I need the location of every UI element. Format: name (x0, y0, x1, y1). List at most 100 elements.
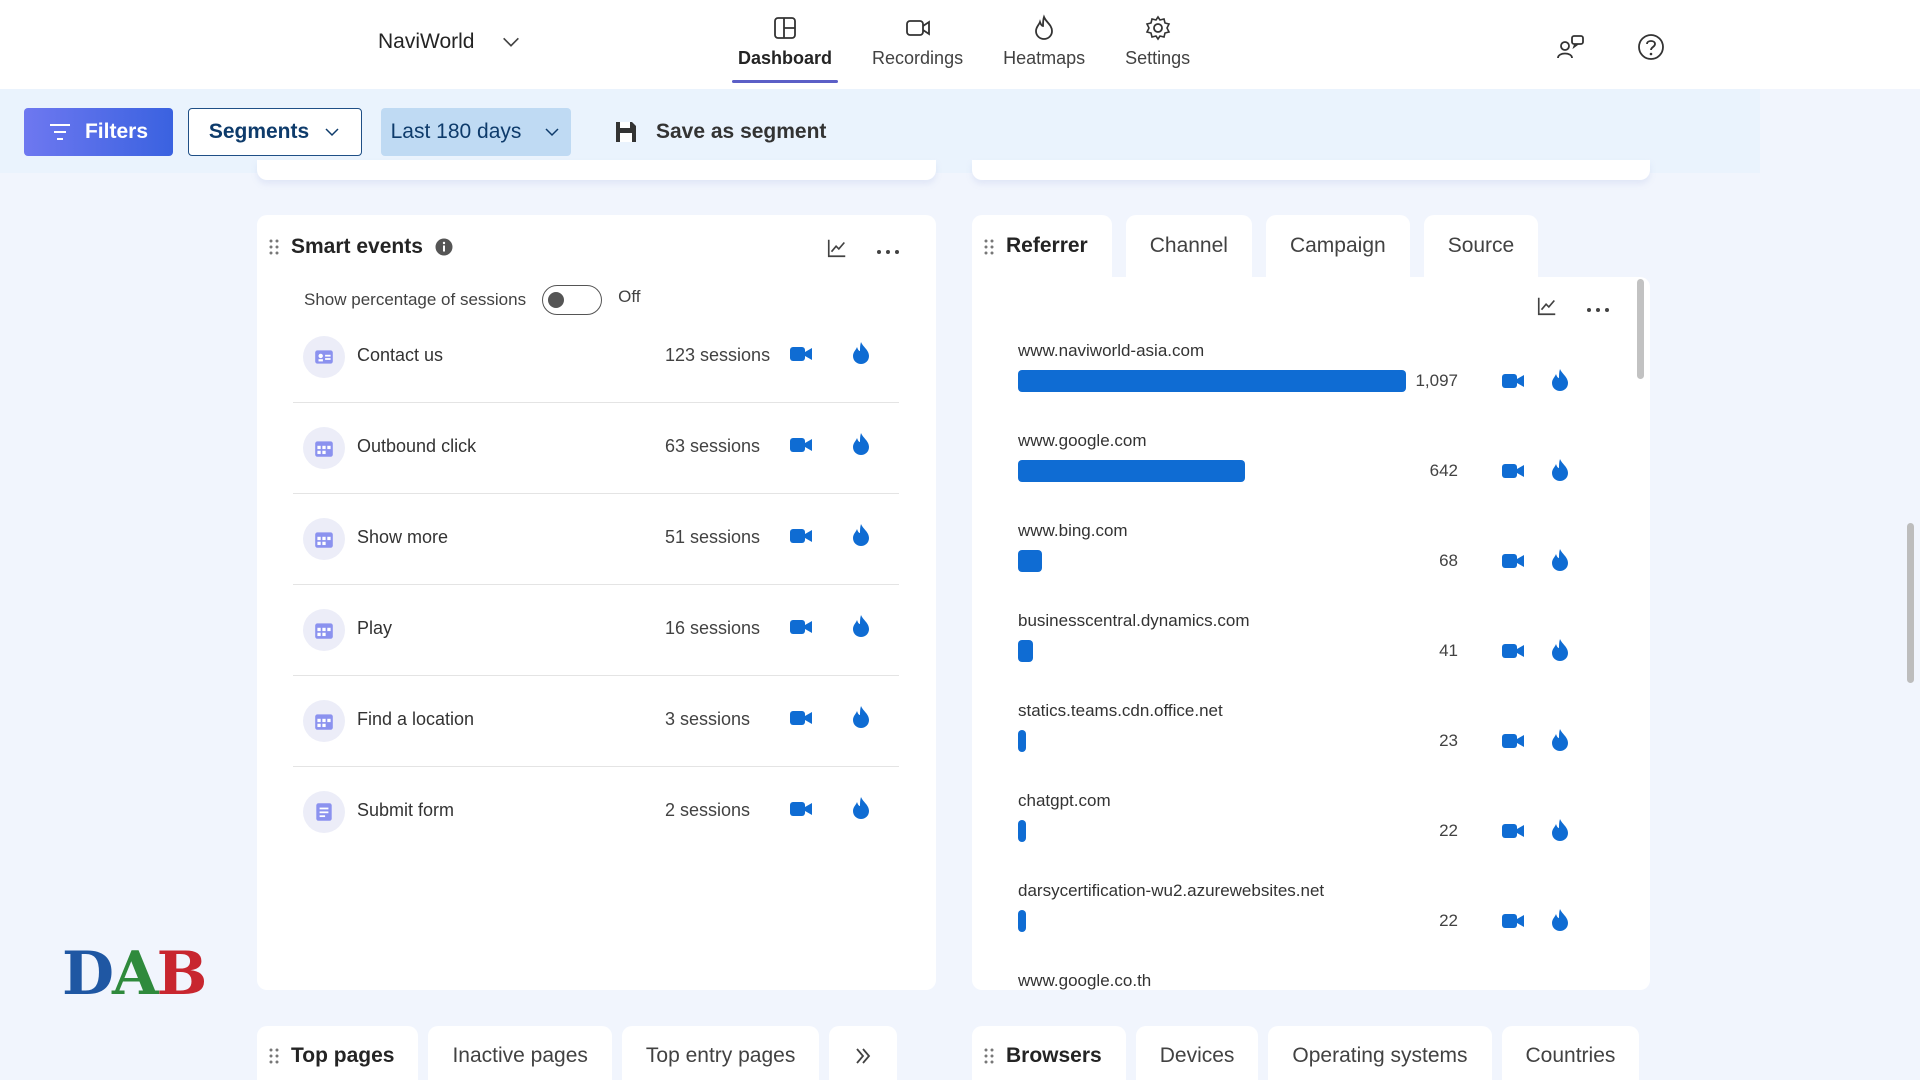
heatmap-icon[interactable] (851, 796, 871, 820)
calendar-event-icon (303, 609, 345, 651)
referrer-row[interactable]: darsycertification-wu2.azurewebsites.net… (1018, 881, 1598, 971)
workspace-selector[interactable]: NaviWorld (378, 30, 522, 54)
filter-icon (49, 124, 70, 140)
top-right-icons (1556, 32, 1666, 62)
double-chevron-right-icon (856, 1048, 871, 1064)
logo-letter-b: B (156, 939, 208, 1009)
tab-top-entry-pages[interactable]: Top entry pages (621, 1026, 820, 1080)
tab-settings[interactable]: Settings (1105, 10, 1210, 80)
referrer-row[interactable]: www.bing.com 68 (1018, 521, 1598, 611)
logo-letter-a: A (112, 939, 159, 1009)
event-row[interactable]: Outbound click 63 sessions (293, 403, 899, 494)
event-name: Show more (357, 527, 449, 547)
event-row[interactable]: Play 16 sessions (293, 585, 899, 676)
more-options-icon[interactable] (1586, 295, 1610, 317)
recordings-icon[interactable] (1501, 731, 1525, 751)
event-row[interactable]: Submit form 2 sessions (293, 767, 899, 858)
info-icon[interactable] (435, 238, 453, 256)
tab-browsers[interactable]: Browsers (972, 1026, 1126, 1080)
heatmap-icon[interactable] (1550, 818, 1570, 842)
recordings-icon[interactable] (1501, 821, 1525, 841)
help-icon[interactable] (1636, 32, 1666, 62)
page-scrollbar[interactable] (1907, 523, 1914, 683)
drag-handle-icon[interactable] (269, 239, 279, 255)
tab-devices[interactable]: Devices (1135, 1026, 1259, 1080)
tab-campaign[interactable]: Campaign (1265, 215, 1410, 277)
referrer-value: 22 (1439, 911, 1458, 930)
referrer-bar (1018, 820, 1026, 842)
tab-referrer-label: Referrer (1006, 234, 1088, 257)
save-segment-button[interactable]: Save as segment (614, 108, 826, 156)
event-row[interactable]: Find a location 3 sessions (293, 676, 899, 767)
tab-top-pages-label: Top pages (291, 1044, 395, 1067)
drag-handle-icon[interactable] (984, 1048, 994, 1064)
referrer-row[interactable]: statics.teams.cdn.office.net 23 (1018, 701, 1598, 791)
recordings-icon[interactable] (1501, 461, 1525, 481)
save-icon (616, 122, 636, 142)
recordings-icon[interactable] (1501, 551, 1525, 571)
referrer-row[interactable]: www.google.com 642 (1018, 431, 1598, 521)
tab-operating-systems[interactable]: Operating systems (1268, 1026, 1492, 1080)
heatmap-icon[interactable] (1550, 638, 1570, 662)
tab-referrer[interactable]: Referrer (972, 215, 1112, 277)
tab-inactive-pages[interactable]: Inactive pages (428, 1026, 612, 1080)
chart-icon[interactable] (826, 237, 848, 259)
people-feedback-icon[interactable] (1556, 32, 1586, 62)
tab-source[interactable]: Source (1423, 215, 1539, 277)
referrer-row[interactable]: www.google.co.th (1018, 971, 1598, 990)
drag-handle-icon[interactable] (984, 239, 994, 255)
tab-countries[interactable]: Countries (1501, 1026, 1640, 1080)
heatmap-icon[interactable] (851, 614, 871, 638)
drag-handle-icon[interactable] (269, 1048, 279, 1064)
contact-event-icon (303, 336, 345, 378)
recordings-icon[interactable] (1501, 911, 1525, 931)
percentage-toggle-row: Show percentage of sessions Off (304, 285, 640, 315)
recordings-icon[interactable] (789, 617, 813, 637)
heatmap-icon[interactable] (851, 432, 871, 456)
referrer-row[interactable]: businesscentral.dynamics.com 41 (1018, 611, 1598, 701)
referrer-domain: www.google.co.th (1018, 971, 1152, 990)
flame-icon (1035, 14, 1053, 40)
referrer-tabs: Referrer Channel Campaign Source (972, 215, 1539, 277)
heatmap-icon[interactable] (1550, 548, 1570, 572)
more-options-icon[interactable] (876, 237, 900, 259)
event-sessions: 2 sessions (665, 800, 751, 820)
date-range-dropdown[interactable]: Last 180 days (381, 108, 571, 156)
recordings-icon[interactable] (789, 526, 813, 546)
percentage-toggle[interactable] (542, 285, 603, 315)
card-above-left (257, 160, 936, 180)
tab-dashboard[interactable]: Dashboard (718, 10, 852, 83)
event-row[interactable]: Show more 51 sessions (293, 494, 899, 585)
chart-icon[interactable] (1536, 295, 1558, 317)
tab-channel[interactable]: Channel (1125, 215, 1252, 277)
filters-button[interactable]: Filters (24, 108, 173, 156)
tab-top-entry-pages-label: Top entry pages (645, 1044, 796, 1067)
heatmap-icon[interactable] (851, 523, 871, 547)
heatmap-icon[interactable] (851, 705, 871, 729)
referrer-row[interactable]: chatgpt.com 22 (1018, 791, 1598, 881)
tab-heatmaps[interactable]: Heatmaps (983, 10, 1105, 80)
heatmap-icon[interactable] (1550, 908, 1570, 932)
tab-top-pages[interactable]: Top pages (257, 1026, 419, 1080)
segments-dropdown[interactable]: Segments (188, 108, 362, 156)
referrer-row[interactable]: www.naviworld-asia.com 1,097 (1018, 341, 1598, 431)
tab-recordings[interactable]: Recordings (852, 10, 983, 80)
more-tabs-button[interactable] (829, 1026, 898, 1080)
recordings-icon[interactable] (789, 344, 813, 364)
event-row[interactable]: Contact us 123 sessions (293, 312, 899, 403)
event-name: Outbound click (357, 436, 477, 456)
heatmap-icon[interactable] (851, 341, 871, 365)
tab-campaign-label: Campaign (1289, 234, 1386, 257)
smart-events-header: Smart events (269, 235, 453, 259)
card-scrollbar[interactable] (1637, 279, 1644, 379)
heatmap-icon[interactable] (1550, 458, 1570, 482)
recordings-icon[interactable] (1501, 371, 1525, 391)
heatmap-icon[interactable] (1550, 728, 1570, 752)
recordings-icon[interactable] (1501, 641, 1525, 661)
heatmap-icon[interactable] (1550, 368, 1570, 392)
logo-letter-d: D (62, 939, 114, 1009)
pages-tabs: Top pages Inactive pages Top entry pages (257, 1026, 898, 1080)
recordings-icon[interactable] (789, 708, 813, 728)
recordings-icon[interactable] (789, 435, 813, 455)
recordings-icon[interactable] (789, 799, 813, 819)
